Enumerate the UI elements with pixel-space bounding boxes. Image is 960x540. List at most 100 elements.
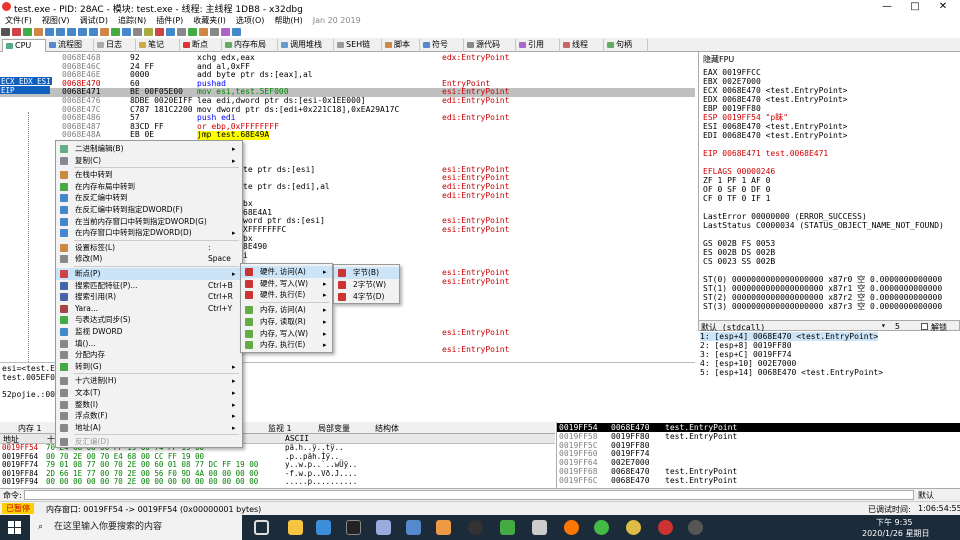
context-menu-item[interactable]: 断点(P) ▸ xyxy=(56,268,242,280)
toolbar-button-icon[interactable] xyxy=(166,28,175,36)
breakpoint-menu-item[interactable]: 硬件, 写入(W) ▸ xyxy=(241,278,332,290)
app-icon[interactable] xyxy=(316,520,331,535)
toolbar-button-icon[interactable] xyxy=(199,28,208,36)
windows-start-icon[interactable] xyxy=(8,521,21,534)
menu-debug[interactable]: 调试(D) xyxy=(75,14,113,27)
task-view-icon[interactable] xyxy=(254,520,269,535)
context-menu-item[interactable]: 在反汇编中转到指定DWORD(F) xyxy=(56,204,242,216)
register-line[interactable]: ST(3) 0000000000000000000 x87r3 空 0.0000… xyxy=(703,302,942,311)
toolbar-button-icon[interactable] xyxy=(177,28,186,36)
toolbar-button-icon[interactable] xyxy=(111,28,120,36)
tab-references[interactable]: 引用 xyxy=(516,39,560,52)
toolbar-button-icon[interactable] xyxy=(78,28,87,36)
command-input[interactable] xyxy=(24,490,914,500)
tab-notes[interactable]: 笔记 xyxy=(136,39,180,52)
register-line[interactable]: ESP 0019FF54 "p眛" xyxy=(703,113,788,122)
disasm-row[interactable]: 0068E470 60 pushad EntryPoint xyxy=(0,79,695,89)
context-menu-item[interactable]: 在内存窗口中转到指定DWORD(D) ▸ xyxy=(56,227,242,239)
toolbar-button-icon[interactable] xyxy=(34,28,43,36)
register-line[interactable]: EDI 0068E470 <test.EntryPoint> xyxy=(703,131,848,140)
disasm-row[interactable]: 0068E468 92 xchg edx,eax edx:EntryPoint xyxy=(0,53,695,63)
context-menu-item[interactable]: 浮点数(F) ▸ xyxy=(56,410,242,422)
context-menu-item[interactable]: 设置标签(L): xyxy=(56,242,242,254)
context-menu-item[interactable]: Yara... Ctrl+Y xyxy=(56,303,242,315)
hide-fpu-button[interactable]: 隐藏FPU xyxy=(703,54,734,65)
context-menu-item[interactable]: 十六进制(H) ▸ xyxy=(56,375,242,387)
tab-dump-1[interactable]: 内存 1 xyxy=(18,423,42,434)
hardware-size-item[interactable]: 4字节(D) xyxy=(334,291,399,303)
context-menu-item[interactable]: 搜索匹配特征(P)... Ctrl+B xyxy=(56,280,242,292)
toolbar-button-icon[interactable] xyxy=(89,28,98,36)
toolbar-button-icon[interactable] xyxy=(12,28,21,36)
register-line[interactable]: LastStatus C0000034 (STATUS_OBJECT_NAME_… xyxy=(703,221,944,230)
disasm-row[interactable]: 0068E46C 24 FF and al,0xFF xyxy=(0,62,695,72)
register-line[interactable]: EAX 0019FFCC xyxy=(703,68,761,77)
menu-view[interactable]: 视图(V) xyxy=(37,14,75,27)
context-menu-item[interactable]: 填()... xyxy=(56,338,242,350)
context-menu-item[interactable]: 搜索引用(R) Ctrl+R xyxy=(56,291,242,303)
memory-dump[interactable]: 0019FF5470 E4 68 00 80 FF 19 00 74 FF 19… xyxy=(0,443,545,488)
breakpoint-menu-item[interactable]: 内存, 读取(R) ▸ xyxy=(241,316,332,328)
context-menu-item[interactable]: 修改(M) Space xyxy=(56,253,242,265)
context-menu-item[interactable]: 在当前内存窗口中转到指定DWORD(G) xyxy=(56,216,242,228)
toolbar-button-icon[interactable] xyxy=(67,28,76,36)
disasm-row[interactable]: 0068E47C C787 181C2200 mov dword ptr ds:[e… xyxy=(0,105,695,115)
registers-panel[interactable]: 隐藏FPU EAX 0019FFCC EBX 002E7000 ECX 0068E4… xyxy=(698,52,960,320)
menu-options[interactable]: 选项(O) xyxy=(231,14,270,27)
toolbar-button-icon[interactable] xyxy=(23,28,32,36)
app-icon[interactable] xyxy=(658,520,673,535)
register-line[interactable]: OF 0 SF 0 DF 0 xyxy=(703,185,770,194)
app-icon[interactable] xyxy=(468,520,483,535)
register-line[interactable]: EDX 0068E470 <test.EntryPoint> xyxy=(703,95,848,104)
toolbar-button-icon[interactable] xyxy=(188,28,197,36)
hardware-size-item[interactable]: 2字节(W) xyxy=(334,279,399,291)
context-menu-item[interactable]: 地址(A) ▸ xyxy=(56,422,242,434)
app-icon[interactable] xyxy=(500,520,515,535)
app-icon[interactable] xyxy=(688,520,703,535)
tab-handles[interactable]: 句柄 xyxy=(604,39,648,52)
toolbar-button-icon[interactable] xyxy=(210,28,219,36)
context-menu-item[interactable]: 分配内存 xyxy=(56,349,242,361)
register-line[interactable]: EFLAGS 00000246 xyxy=(703,167,775,176)
dump-row[interactable]: 0019FF94 00 00 00 00 00 70 2E 00 00 00 00… xyxy=(0,478,545,487)
toolbar-button-icon[interactable] xyxy=(56,28,65,36)
stack-row[interactable]: 0019FF64 002E7000 xyxy=(557,458,960,467)
stack-arg[interactable]: 5: [esp+14] 0068E470 <test.EntryPoint> xyxy=(700,368,883,377)
register-line[interactable]: EBP 0019FF80 xyxy=(703,104,761,113)
stack-row[interactable]: 0019FF58 0019FF80 test.EntryPoint xyxy=(557,432,960,441)
register-line[interactable]: CF 0 TF 0 IF 1 xyxy=(703,194,770,203)
tab-seh[interactable]: SEH链 xyxy=(334,39,382,52)
register-line[interactable]: ECX 0068E470 <test.EntryPoint> xyxy=(703,86,848,95)
toolbar-button-icon[interactable] xyxy=(232,28,241,36)
toolbar-button-icon[interactable] xyxy=(122,28,131,36)
app-icon[interactable] xyxy=(346,520,361,535)
context-menu-item[interactable]: 在栈中转到 xyxy=(56,169,242,181)
stack-row[interactable]: 0019FF6C 0068E470 test.EntryPoint xyxy=(557,476,960,485)
context-menu-item[interactable]: 二进制编辑(B) ▸ xyxy=(56,143,242,155)
register-line[interactable]: EBX 002E7000 xyxy=(703,77,761,86)
tab-watch-1[interactable]: 监视 1 xyxy=(268,423,292,434)
tab-struct[interactable]: 结构体 xyxy=(375,423,399,434)
taskbar-search[interactable]: ⌕ 在这里输入你要搜索的内容 xyxy=(30,515,242,540)
breakpoint-menu-item[interactable]: 内存, 执行(E) ▸ xyxy=(241,339,332,351)
stack-arg[interactable]: 4: [esp+10] 002E7000 xyxy=(700,359,796,368)
register-line[interactable]: LastError 00000000 (ERROR_SUCCESS) xyxy=(703,212,867,221)
tab-log[interactable]: 日志 xyxy=(94,39,136,52)
toolbar-button-icon[interactable] xyxy=(133,28,142,36)
tab-source[interactable]: 源代码 xyxy=(464,39,516,52)
toolbar-button-icon[interactable] xyxy=(221,28,230,36)
register-line[interactable]: ST(1) 0000000000000000000 x87r1 空 0.0000… xyxy=(703,284,942,293)
stack-row[interactable]: 0019FF60 0019FF74 xyxy=(557,449,960,458)
register-line[interactable]: EIP 0068E471 test.0068E471 xyxy=(703,149,828,158)
tab-call-stack[interactable]: 调用堆栈 xyxy=(278,39,334,52)
tab-script[interactable]: 脚本 xyxy=(382,39,420,52)
app-icon[interactable] xyxy=(436,520,451,535)
tray-clock-time[interactable]: 下午 9:35 xyxy=(876,517,913,528)
chevron-down-icon[interactable]: ▾ xyxy=(881,321,886,330)
breakpoint-menu-item[interactable]: 硬件, 执行(E) ▸ xyxy=(241,289,332,301)
register-line[interactable]: ZF 1 PF 1 AF 0 xyxy=(703,176,770,185)
register-line[interactable]: ES 002B DS 002B xyxy=(703,248,775,257)
context-menu-item[interactable]: 整数(I) ▸ xyxy=(56,399,242,411)
stack-arg[interactable]: 3: [esp+C] 0019FF74 xyxy=(700,350,792,359)
firefox-icon[interactable] xyxy=(564,520,579,535)
